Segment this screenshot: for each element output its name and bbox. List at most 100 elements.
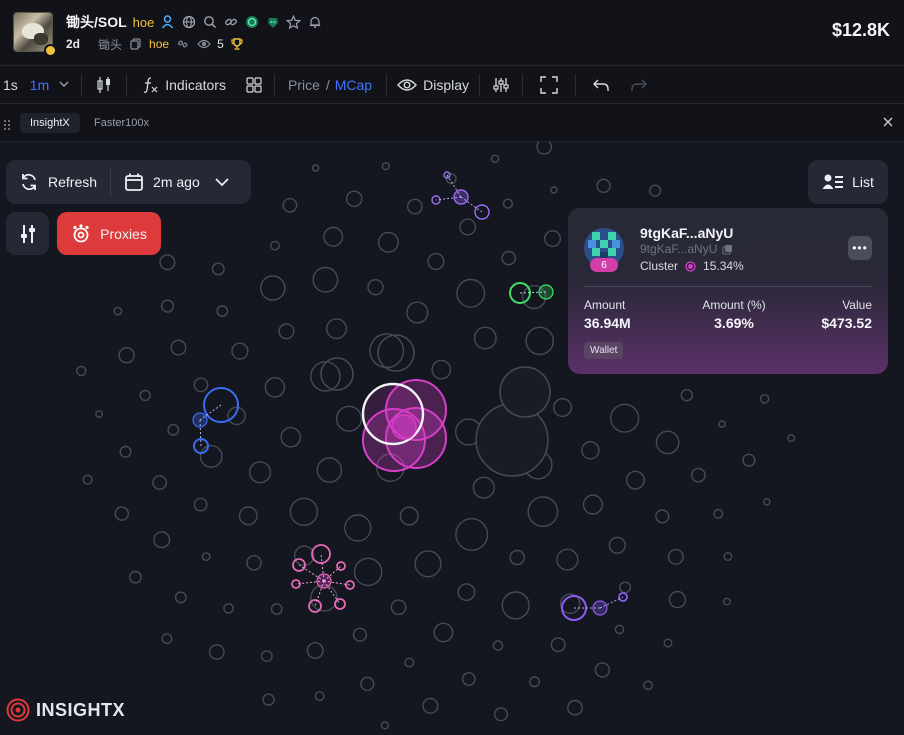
holder-bubble[interactable]: [550, 186, 558, 194]
holder-bubble[interactable]: [456, 278, 486, 308]
holder-bubble[interactable]: [174, 591, 187, 604]
holder-bubble[interactable]: [264, 376, 286, 398]
holder-bubble[interactable]: [352, 627, 368, 642]
holder-bubble[interactable]: [161, 633, 173, 645]
trophy-icon[interactable]: [230, 37, 245, 52]
holder-bubble[interactable]: [550, 637, 566, 653]
holder-bubble[interactable]: [457, 583, 476, 601]
price-toggle[interactable]: Price: [288, 77, 320, 93]
holder-bubble[interactable]: [326, 318, 348, 340]
holder-bubble[interactable]: [680, 388, 693, 402]
tab-faster100x[interactable]: Faster100x: [84, 113, 159, 133]
holder-bubble[interactable]: [310, 584, 338, 612]
holder-bubble[interactable]: [167, 423, 180, 436]
holder-bubble[interactable]: [501, 250, 517, 266]
holder-bubble[interactable]: [238, 506, 258, 526]
settings-sliders-icon[interactable]: [492, 76, 510, 94]
filter-settings-button[interactable]: [6, 212, 49, 255]
link-icon[interactable]: [223, 15, 238, 30]
holder-bubble[interactable]: [323, 226, 344, 247]
holder-bubble[interactable]: [529, 676, 541, 688]
holder-bubble[interactable]: [643, 680, 653, 691]
interval-1s[interactable]: 1s: [3, 77, 18, 93]
holder-bubble[interactable]: [249, 461, 272, 484]
holder-bubble[interactable]: [594, 662, 611, 678]
snapshot-time-dropdown[interactable]: 2m ago: [111, 160, 242, 204]
copy-icon[interactable]: [722, 244, 733, 255]
holder-bubble[interactable]: [492, 640, 504, 651]
edit-badge-icon[interactable]: [44, 44, 57, 57]
list-button[interactable]: List: [808, 160, 888, 204]
holder-bubble[interactable]: [160, 299, 175, 313]
holder-bubble[interactable]: [619, 581, 632, 594]
holder-bubble[interactable]: [377, 231, 399, 253]
holder-bubble[interactable]: [152, 475, 168, 490]
holder-bubble[interactable]: [663, 638, 673, 648]
holder-bubble[interactable]: [742, 453, 756, 467]
selected-wallet-bubble[interactable]: [361, 382, 425, 446]
holder-bubble[interactable]: [718, 420, 726, 428]
holder-bubble[interactable]: [390, 599, 407, 616]
holder-bubble[interactable]: [544, 230, 562, 248]
holder-bubble[interactable]: [608, 536, 626, 554]
bot-icon[interactable]: [265, 15, 280, 30]
holder-bubble[interactable]: [170, 339, 187, 356]
holder-bubble[interactable]: [211, 262, 225, 276]
holder-bubble[interactable]: [406, 198, 423, 215]
holder-bubble[interactable]: [360, 676, 375, 691]
candlestick-icon[interactable]: [96, 76, 112, 94]
holder-bubble[interactable]: [193, 377, 209, 393]
holder-bubble[interactable]: [461, 672, 476, 686]
holder-bubble[interactable]: [596, 178, 611, 193]
more-options-button[interactable]: •••: [848, 236, 872, 260]
holder-bubble[interactable]: [335, 405, 363, 432]
holder-bubble[interactable]: [113, 306, 123, 316]
holder-bubble[interactable]: [490, 154, 500, 164]
tab-insightx[interactable]: InsightX: [20, 113, 80, 133]
mcap-toggle[interactable]: MCap: [335, 77, 372, 93]
holder-bubble[interactable]: [472, 476, 495, 499]
star-icon[interactable]: [286, 14, 302, 30]
holder-bubble[interactable]: [787, 434, 796, 443]
holder-bubble[interactable]: [310, 361, 341, 392]
search-icon[interactable]: [202, 15, 217, 30]
holder-bubble[interactable]: [278, 323, 295, 340]
holder-bubble[interactable]: [316, 457, 343, 483]
holder-bubble[interactable]: [153, 531, 171, 549]
holder-bubble[interactable]: [581, 441, 600, 460]
holder-bubble[interactable]: [553, 398, 573, 418]
holder-bubble[interactable]: [367, 278, 384, 296]
holder-bubble[interactable]: [494, 707, 509, 722]
holder-bubble[interactable]: [567, 699, 583, 716]
holder-bubble[interactable]: [270, 603, 283, 615]
indicators-button[interactable]: Indicators: [141, 76, 226, 94]
holder-bubble[interactable]: [691, 467, 706, 483]
holder-bubble[interactable]: [159, 254, 176, 271]
holder-bubble[interactable]: [380, 721, 390, 730]
holder-bubble[interactable]: [260, 650, 273, 662]
holder-bubble[interactable]: [625, 470, 645, 490]
holder-bubble[interactable]: [667, 548, 684, 565]
close-icon[interactable]: [882, 115, 894, 133]
interval-1m[interactable]: 1m: [30, 77, 49, 93]
holder-bubble[interactable]: [582, 494, 603, 515]
redo-icon[interactable]: [631, 78, 648, 92]
holder-bubble[interactable]: [223, 603, 234, 614]
holder-bubble[interactable]: [377, 334, 415, 372]
holder-bubble[interactable]: [314, 691, 325, 702]
proxies-button[interactable]: Proxies: [57, 212, 161, 255]
holder-bubble[interactable]: [648, 184, 662, 197]
holder-bubble[interactable]: [459, 218, 477, 236]
holder-bubble[interactable]: [381, 162, 390, 171]
layout-grid-icon[interactable]: [246, 76, 262, 93]
holder-bubble[interactable]: [422, 697, 439, 714]
cluster-bubble-pink[interactable]: [391, 414, 417, 440]
holder-bubble[interactable]: [723, 597, 732, 606]
holder-bubble[interactable]: [259, 275, 286, 301]
holder-bubble[interactable]: [763, 497, 771, 506]
holder-bubble[interactable]: [199, 444, 223, 468]
holder-bubble[interactable]: [280, 426, 302, 448]
holder-bubble[interactable]: [473, 326, 497, 350]
holder-bubble[interactable]: [610, 403, 640, 433]
holder-bubble[interactable]: [404, 657, 415, 668]
